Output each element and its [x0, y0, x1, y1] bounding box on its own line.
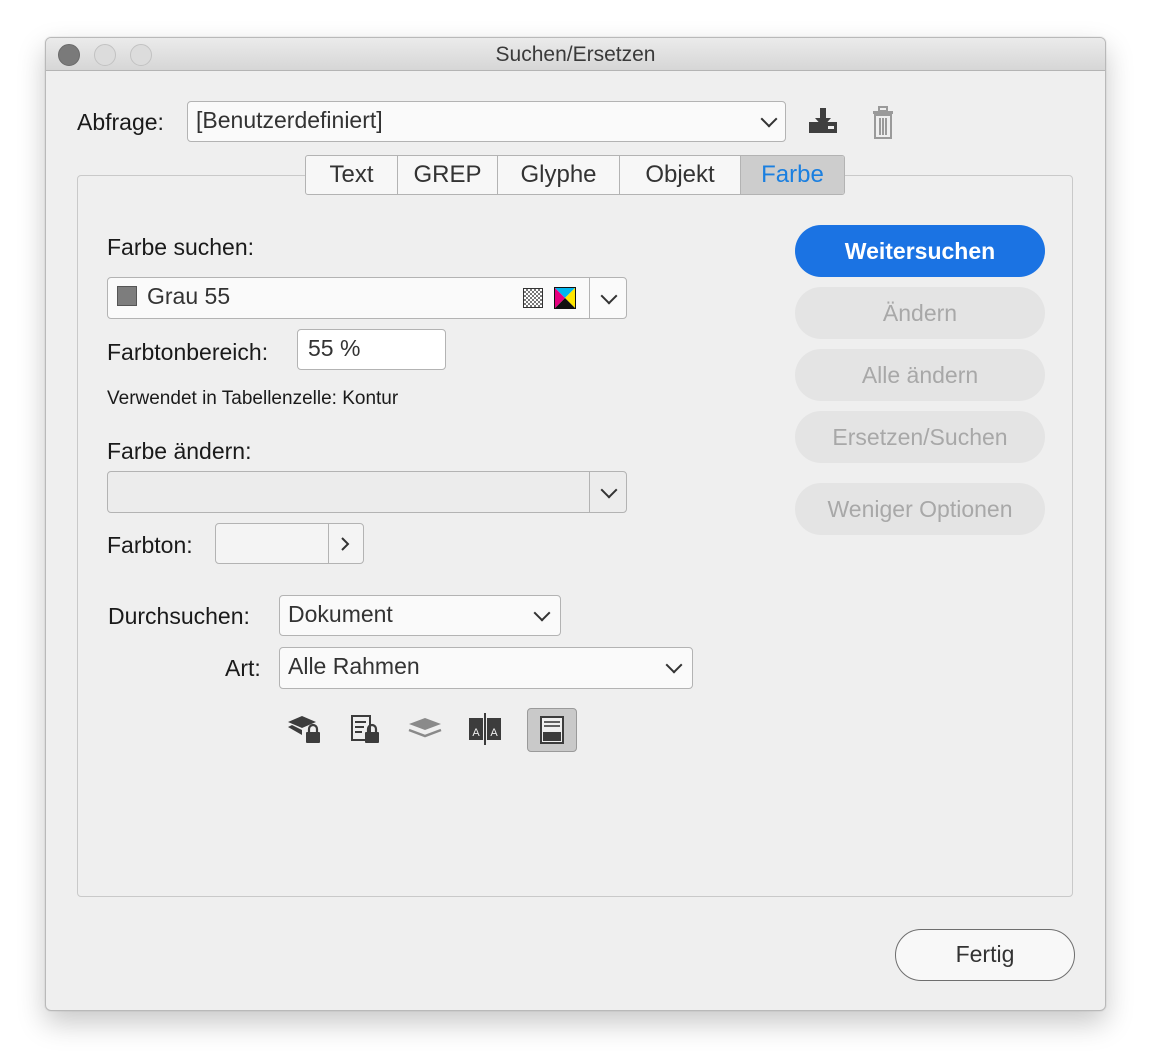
window-title: Suchen/Ersetzen: [495, 43, 656, 66]
search-scope-value: Dokument: [288, 601, 393, 627]
type-label: Art:: [225, 655, 261, 681]
footnotes-button[interactable]: [527, 708, 577, 752]
tab-color[interactable]: Farbe: [741, 156, 844, 194]
find-color-value: Grau 55: [147, 283, 231, 309]
locked-stories-button[interactable]: [340, 708, 390, 752]
cmyk-icon: [554, 287, 576, 309]
tab-grep[interactable]: GREP: [398, 156, 498, 194]
change-button[interactable]: Ändern: [795, 287, 1045, 339]
type-value: Alle Rahmen: [288, 653, 420, 679]
chevron-down-icon: [600, 481, 618, 499]
find-change-dialog: Suchen/Ersetzen Abfrage: [Benutzerdefini…: [45, 37, 1106, 1011]
done-button[interactable]: Fertig: [895, 929, 1075, 981]
change-color-label: Farbe ändern:: [107, 438, 252, 464]
used-in-info: Verwendet in Tabellenzelle: Kontur: [107, 388, 399, 409]
change-find-button[interactable]: Ersetzen/Suchen: [795, 411, 1045, 463]
search-scope-select[interactable]: Dokument: [279, 595, 561, 636]
search-options-toolbar: A A: [279, 708, 599, 754]
query-value: [Benutzerdefiniert]: [196, 107, 383, 133]
chevron-right-icon[interactable]: [339, 536, 351, 552]
master-pages-icon: A A: [469, 713, 501, 745]
tint-pattern-icon: [523, 288, 543, 308]
hidden-layers-icon: [408, 718, 442, 738]
tab-bar: Text GREP Glyphe Objekt Farbe: [305, 155, 845, 195]
tab-object[interactable]: Objekt: [620, 156, 741, 194]
query-label: Abfrage:: [77, 109, 164, 135]
tint-range-input[interactable]: 55 %: [297, 329, 446, 370]
query-select[interactable]: [Benutzerdefiniert]: [187, 101, 786, 142]
tint-label: Farbton:: [107, 532, 193, 558]
chevron-down-icon: [760, 110, 778, 128]
tint-range-value: 55 %: [308, 335, 361, 361]
change-color-select[interactable]: [107, 471, 627, 513]
find-next-button[interactable]: Weitersuchen: [795, 225, 1045, 277]
tint-input[interactable]: [215, 523, 364, 564]
svg-text:A: A: [472, 727, 480, 739]
trash-icon[interactable]: [870, 106, 896, 140]
type-select[interactable]: Alle Rahmen: [279, 647, 693, 689]
tab-text[interactable]: Text: [306, 156, 398, 194]
tab-glyph[interactable]: Glyphe: [498, 156, 620, 194]
svg-text:A: A: [490, 727, 498, 739]
hidden-layers-button[interactable]: [400, 708, 450, 752]
locked-layers-icon: [288, 716, 320, 743]
find-color-label: Farbe suchen:: [107, 234, 255, 260]
color-swatch: [117, 286, 137, 306]
locked-layers-button[interactable]: [279, 708, 329, 752]
footnotes-icon: [540, 716, 564, 744]
locked-stories-icon: [351, 715, 379, 743]
tint-range-label: Farbtonbereich:: [107, 339, 269, 365]
search-scope-label: Durchsuchen:: [108, 603, 250, 629]
master-pages-button[interactable]: A A: [460, 708, 510, 752]
title-bar: Suchen/Ersetzen: [46, 38, 1105, 71]
change-all-button[interactable]: Alle ändern: [795, 349, 1045, 401]
fewer-options-button[interactable]: Weniger Optionen: [795, 483, 1045, 535]
save-query-icon[interactable]: [804, 105, 842, 139]
chevron-down-icon: [533, 604, 551, 622]
find-color-select[interactable]: Grau 55: [107, 277, 627, 319]
chevron-down-icon: [665, 656, 683, 674]
chevron-down-icon: [600, 287, 618, 305]
